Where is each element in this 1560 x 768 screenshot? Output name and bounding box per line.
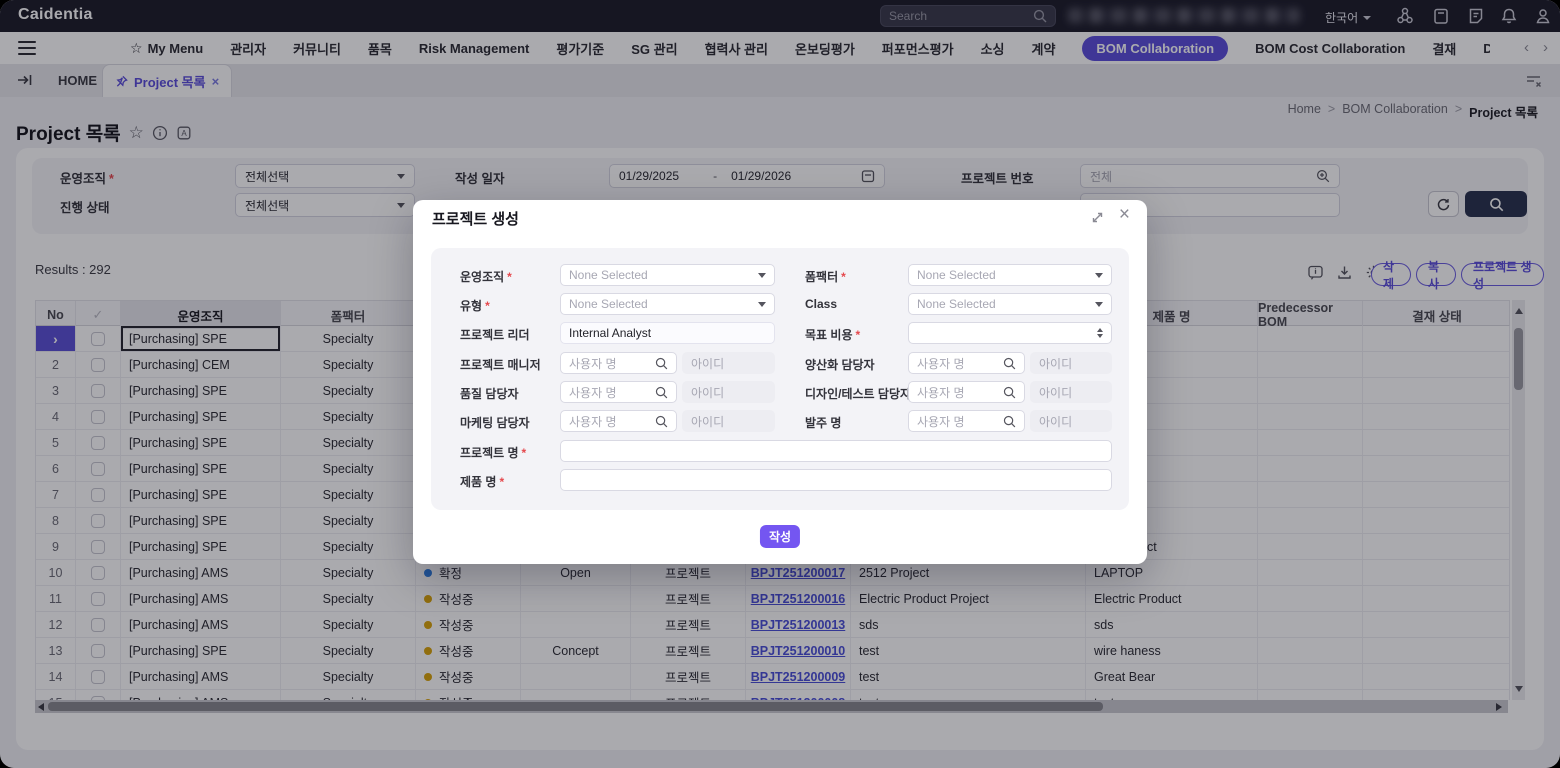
field-type-select[interactable]: None Selected [560, 293, 775, 315]
create-project-modal: 프로젝트 생성 × 운영조직* None Selected 폼팩터* None … [413, 200, 1147, 564]
field-order-label: 발주 명 [805, 414, 841, 431]
field-mass-production-user-input[interactable]: 사용자 명 [908, 352, 1025, 374]
field-form-factor-select[interactable]: None Selected [908, 264, 1112, 286]
field-class-select[interactable]: None Selected [908, 293, 1112, 315]
field-product-name-input[interactable] [560, 469, 1112, 491]
search-icon[interactable] [655, 357, 668, 370]
app-window: Caidentia Search 한국어 ☆My Menu관리자커뮤니티품목Ri… [0, 0, 1560, 768]
field-product-name-label: 제품 명* [460, 473, 504, 490]
field-org-select[interactable]: None Selected [560, 264, 775, 286]
field-pm-user-input[interactable]: 사용자 명 [560, 352, 677, 374]
field-quality-label: 품질 담당자 [460, 385, 519, 402]
field-mass-production-label: 양산화 담당자 [805, 356, 875, 373]
search-icon[interactable] [655, 386, 668, 399]
field-order-id-input: 아이디 [1030, 410, 1112, 432]
field-design-test-user-input[interactable]: 사용자 명 [908, 381, 1025, 403]
field-project-name-label: 프로젝트 명* [460, 444, 526, 461]
submit-button[interactable]: 작성 [760, 525, 800, 548]
field-mass-production-id-input: 아이디 [1030, 352, 1112, 374]
field-target-cost-label: 목표 비용* [805, 326, 860, 343]
field-form-factor-label: 폼팩터* [805, 268, 846, 285]
field-marketing-user-input[interactable]: 사용자 명 [560, 410, 677, 432]
field-design-test-id-input: 아이디 [1030, 381, 1112, 403]
field-quality-id-input: 아이디 [682, 381, 775, 403]
field-marketing-label: 마케팅 담당자 [460, 414, 530, 431]
search-icon[interactable] [1003, 357, 1016, 370]
search-icon[interactable] [1003, 386, 1016, 399]
field-pm-label: 프로젝트 매니저 [460, 356, 541, 373]
field-leader-label: 프로젝트 리더 [460, 326, 530, 343]
field-target-cost-input[interactable] [908, 322, 1112, 344]
expand-modal-icon[interactable] [1090, 210, 1105, 225]
field-quality-user-input[interactable]: 사용자 명 [560, 381, 677, 403]
field-marketing-id-input: 아이디 [682, 410, 775, 432]
field-pm-id-input: 아이디 [682, 352, 775, 374]
field-org-label: 운영조직* [460, 268, 512, 285]
field-class-label: Class [805, 297, 837, 311]
field-leader-input[interactable]: Internal Analyst [560, 322, 775, 344]
field-design-test-label: 디자인/테스트 담당자 [805, 385, 911, 402]
modal-title: 프로젝트 생성 [432, 208, 519, 229]
search-icon[interactable] [655, 415, 668, 428]
search-icon[interactable] [1003, 415, 1016, 428]
field-project-name-input[interactable] [560, 440, 1112, 462]
field-type-label: 유형* [460, 297, 490, 314]
close-modal-icon[interactable]: × [1119, 204, 1130, 226]
field-order-user-input[interactable]: 사용자 명 [908, 410, 1025, 432]
